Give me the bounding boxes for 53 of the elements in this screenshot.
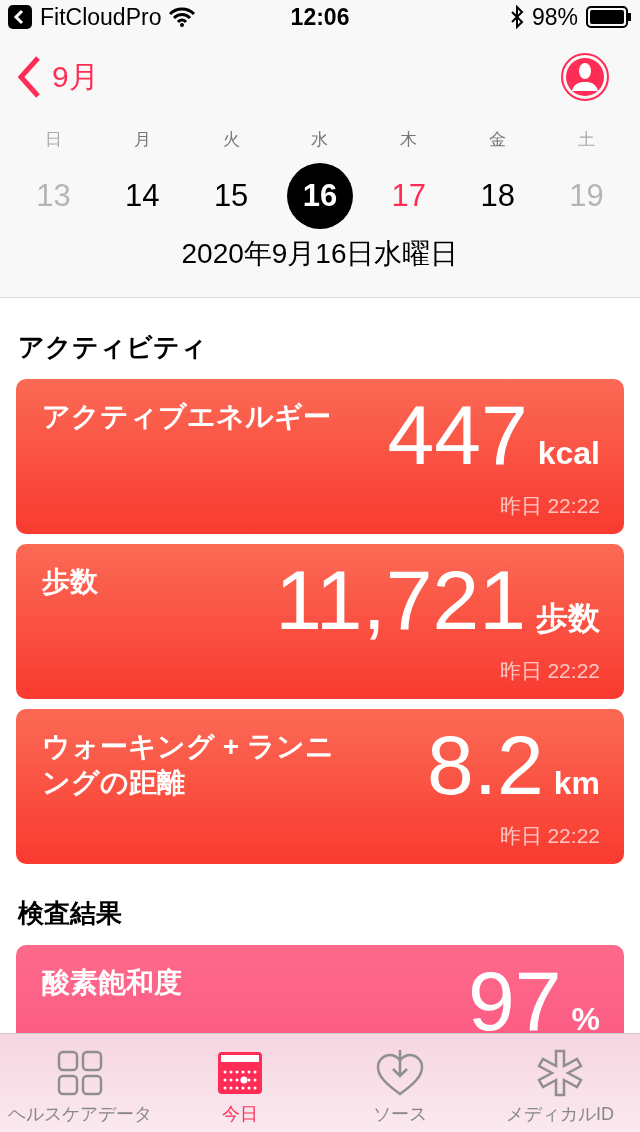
- battery-percent: 98%: [531, 3, 578, 31]
- weekday-label: 土: [577, 129, 597, 151]
- metric-title: アクティブエネルギー: [42, 400, 332, 434]
- heart-download-icon: [375, 1048, 425, 1098]
- day-button[interactable]: 16: [287, 163, 353, 229]
- metric-unit: km: [553, 765, 600, 802]
- selected-date: 2020年9月16日水曜日: [180, 237, 460, 271]
- metric-value: 11,721: [275, 558, 526, 642]
- tab-item[interactable]: メディカルID: [480, 1034, 640, 1132]
- wifi-icon: [169, 7, 196, 27]
- section-title: アクティビティ: [18, 331, 208, 364]
- chevron-left-icon: [16, 55, 42, 99]
- day-button[interactable]: 13: [20, 163, 87, 229]
- metric-time: 昨日 22:22: [499, 823, 600, 849]
- weekday-label: 金: [488, 129, 508, 151]
- metric-card[interactable]: ウォーキング + ランニングの距離 8.2 km 昨日 22:22: [16, 709, 624, 864]
- profile-icon[interactable]: [560, 52, 610, 102]
- weekday-label: 月: [132, 129, 152, 151]
- weekday-label: 木: [399, 129, 419, 151]
- metric-time: 昨日 22:22: [499, 658, 600, 684]
- metric-unit: %: [571, 1001, 600, 1033]
- metric-time: 昨日 22:22: [499, 493, 600, 519]
- day-button[interactable]: 14: [109, 163, 176, 229]
- metric-value: 8.2: [426, 723, 544, 807]
- bluetooth-icon: [509, 5, 524, 29]
- metric-title: ウォーキング + ランニングの距離: [42, 730, 335, 801]
- weekday-label: 火: [221, 129, 241, 151]
- day-button[interactable]: 17: [375, 163, 442, 229]
- day-button[interactable]: 18: [464, 163, 531, 229]
- metric-value: 447: [387, 393, 528, 477]
- back-button[interactable]: 9月: [16, 55, 99, 99]
- metric-card[interactable]: アクティブエネルギー 447 kcal 昨日 22:22: [16, 379, 624, 534]
- battery-icon: [586, 6, 632, 28]
- grid-icon: [55, 1048, 105, 1098]
- back-to-app-icon[interactable]: [8, 5, 32, 29]
- metric-card[interactable]: 歩数 11,721 歩数 昨日 22:22: [16, 544, 624, 699]
- metric-value: 97: [468, 959, 562, 1033]
- tab-item[interactable]: ソース: [320, 1034, 480, 1132]
- day-button[interactable]: 19: [553, 163, 620, 229]
- clock: 12:06: [290, 3, 350, 31]
- weekday-label: 水: [310, 129, 330, 151]
- tab-item[interactable]: 今日: [160, 1034, 320, 1132]
- metric-card[interactable]: 酸素飽和度 97%: [16, 945, 624, 1033]
- metric-title: 酸素飽和度: [42, 966, 183, 1000]
- weekday-label: 日: [43, 129, 63, 151]
- section-title: 検査結果: [18, 897, 123, 930]
- metric-unit: 歩数: [536, 599, 600, 638]
- back-app-name[interactable]: FitCloudPro: [40, 3, 162, 31]
- metric-title: 歩数: [42, 565, 99, 599]
- tab-item[interactable]: ヘルスケアデータ: [0, 1034, 160, 1132]
- asterisk-icon: [535, 1048, 585, 1098]
- metric-unit: kcal: [537, 435, 600, 472]
- day-button[interactable]: 15: [198, 163, 265, 229]
